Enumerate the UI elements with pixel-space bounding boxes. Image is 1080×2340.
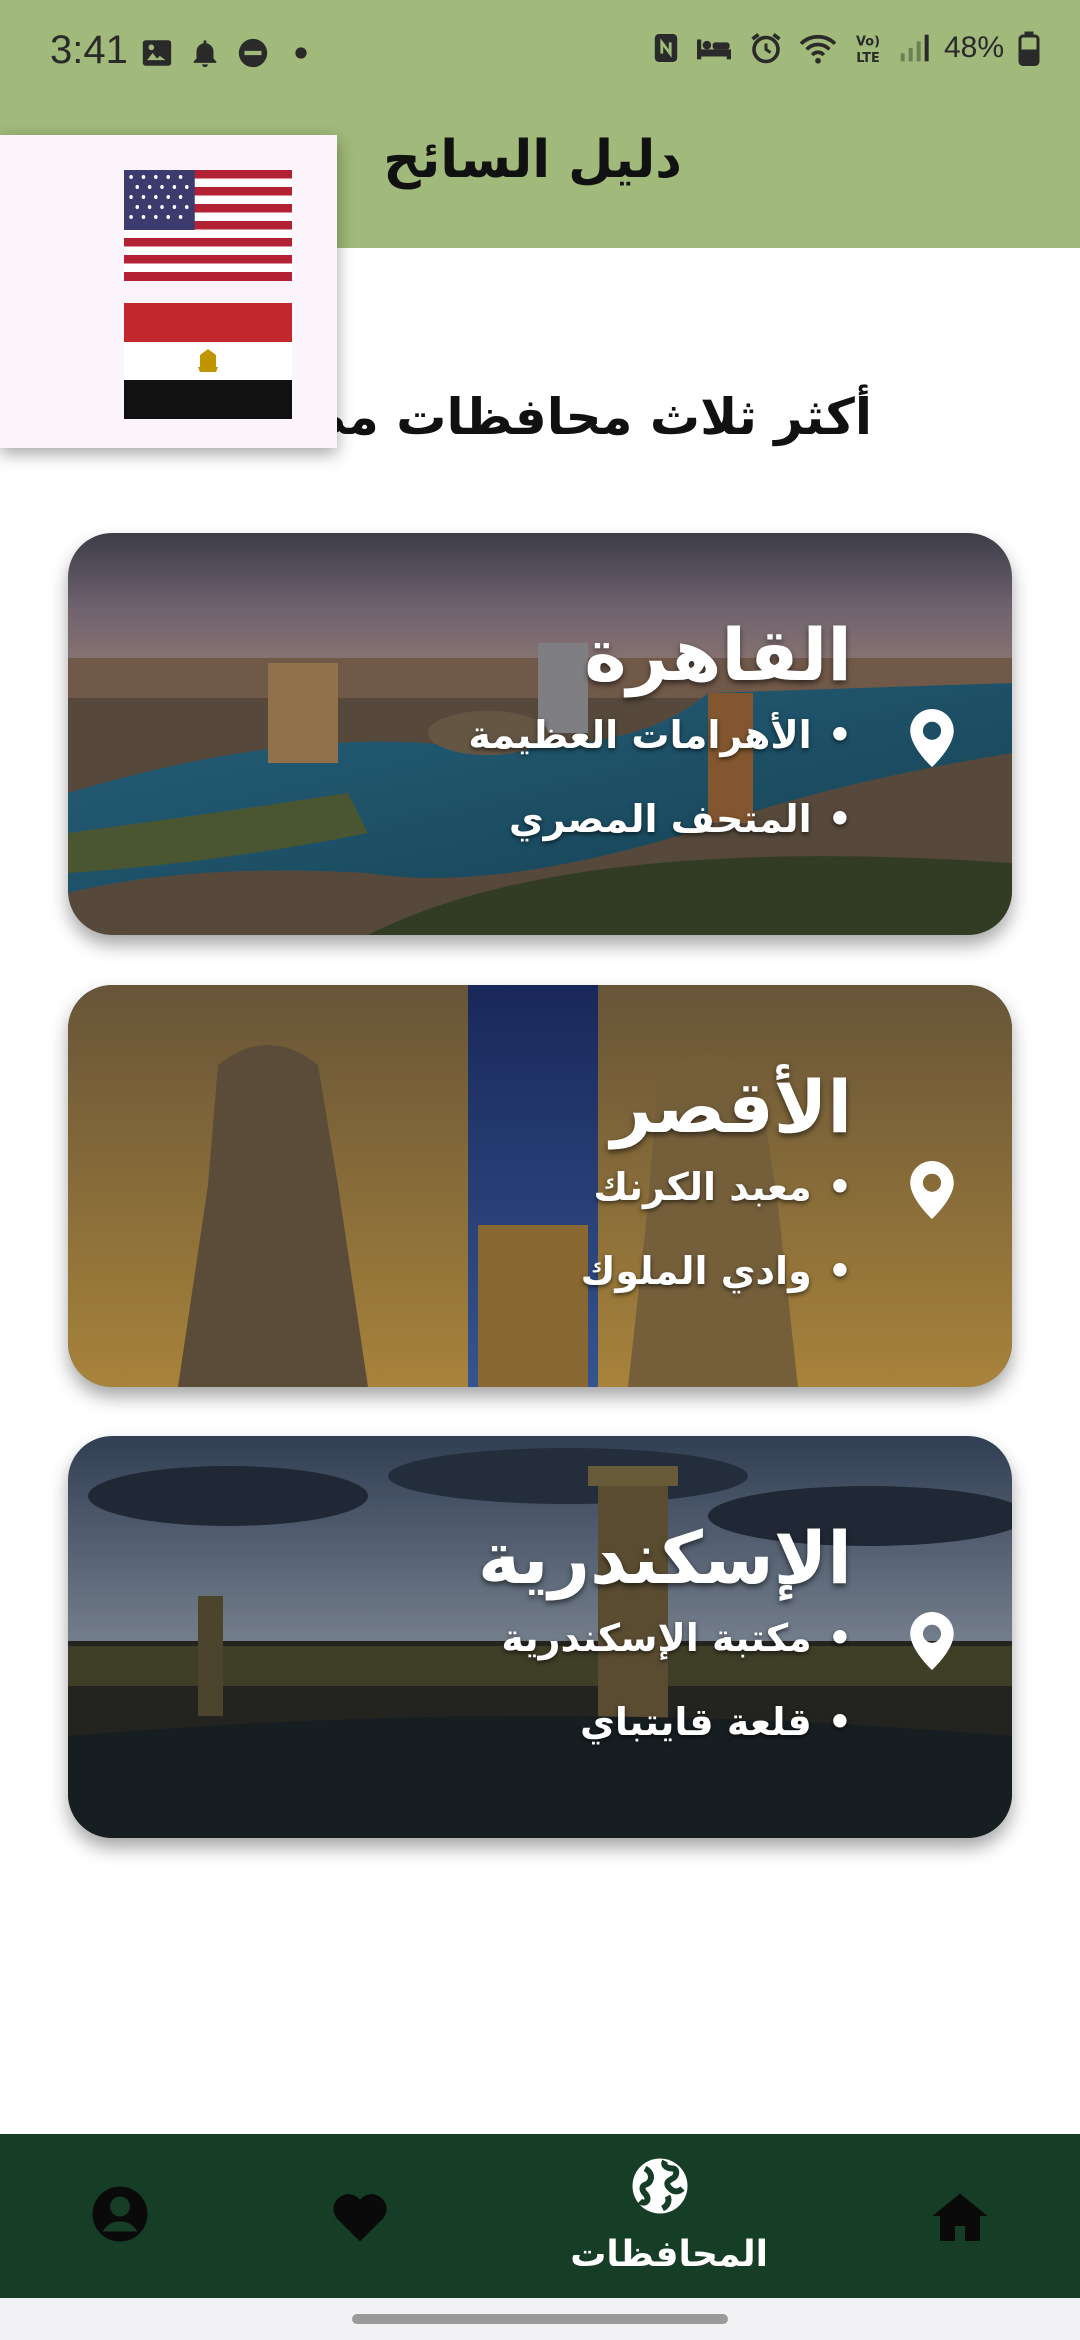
battery-percent: 48%	[943, 31, 1004, 64]
bed-icon	[696, 39, 731, 60]
globe-icon	[632, 2158, 688, 2214]
gesture-handle[interactable]	[352, 2314, 728, 2324]
status-bar: 3:41 Vo) LTE 48%	[0, 0, 1080, 120]
card-item: •وادي الملوك	[580, 1249, 852, 1293]
heart-icon	[333, 2194, 387, 2242]
card-title: الأقصر	[610, 1065, 852, 1149]
wifi-icon	[799, 34, 837, 64]
volte-icon: Vo) LTE	[856, 34, 880, 66]
home-icon	[932, 2193, 988, 2241]
card-title: القاهرة	[584, 613, 852, 697]
luxor-image	[68, 985, 1012, 1387]
dot-icon	[295, 47, 307, 59]
location-pin-icon	[910, 1612, 954, 1670]
card-title: الإسكندرية	[477, 1516, 852, 1600]
nav-favorites[interactable]	[300, 2134, 420, 2298]
nav-governorates[interactable]: المحافظات	[550, 2134, 770, 2298]
image-icon	[142, 40, 172, 66]
nav-profile[interactable]	[60, 2134, 180, 2298]
nav-label: المحافظات	[570, 2234, 768, 2275]
alarm-icon	[751, 33, 781, 64]
egypt-flag-icon[interactable]	[124, 303, 292, 419]
app-title: دليل السائح	[383, 130, 682, 190]
card-item: •قلعة قايتباي	[580, 1700, 852, 1744]
language-menu	[0, 135, 337, 448]
battery-icon	[1018, 31, 1040, 66]
card-luxor[interactable]: الأقصر •معبد الكرنك •وادي الملوك	[68, 985, 1012, 1387]
bottom-nav: المحافظات	[0, 2134, 1080, 2298]
do-not-disturb-icon	[238, 38, 268, 68]
card-item: •مكتبة الإسكندرية	[501, 1616, 852, 1660]
svg-text:LTE: LTE	[856, 51, 880, 66]
card-item: •الأهرامات العظيمة	[468, 713, 852, 757]
status-right-icons: Vo) LTE 48%	[652, 30, 1040, 66]
signal-icon	[900, 34, 929, 62]
bell-icon	[193, 40, 217, 68]
card-item: •معبد الكرنك	[593, 1165, 852, 1209]
card-cairo[interactable]: القاهرة •الأهرامات العظيمة •المتحف المصر…	[68, 533, 1012, 935]
nfc-icon	[654, 34, 678, 62]
card-alexandria[interactable]: الإسكندرية •مكتبة الإسكندرية •قلعة قايتب…	[68, 1436, 1012, 1838]
location-pin-icon	[910, 709, 954, 767]
nav-home[interactable]	[900, 2134, 1020, 2298]
status-time: 3:41	[50, 28, 128, 72]
location-pin-icon	[910, 1161, 954, 1219]
status-left-icons	[140, 36, 318, 70]
account-icon	[92, 2186, 148, 2242]
us-flag-icon[interactable]	[124, 170, 292, 281]
card-item: •المتحف المصري	[508, 797, 852, 841]
svg-text:Vo): Vo)	[856, 34, 880, 49]
